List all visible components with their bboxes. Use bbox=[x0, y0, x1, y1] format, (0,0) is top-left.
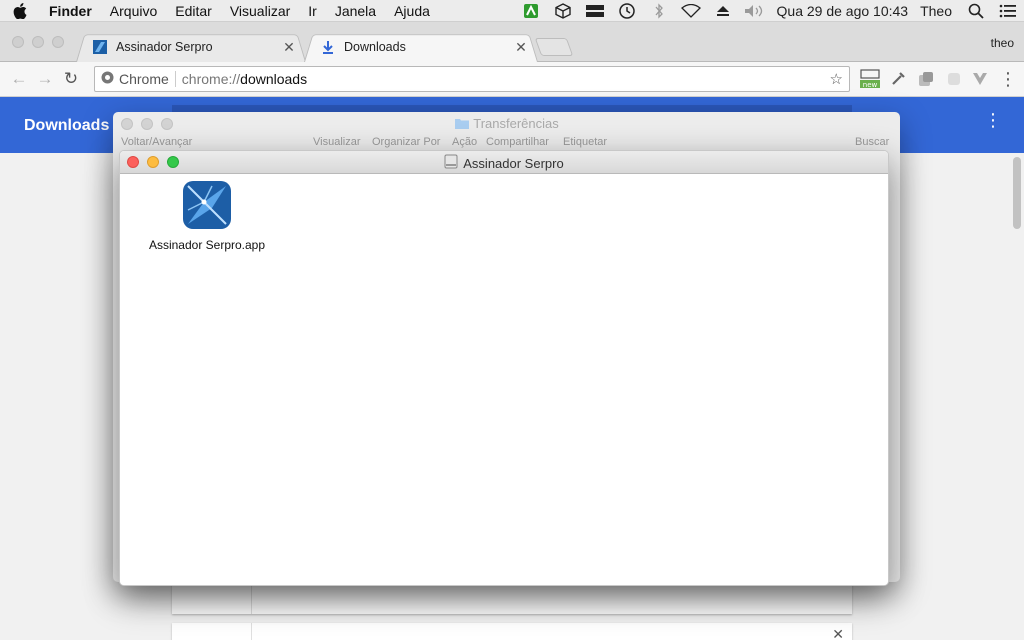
extension-badge: new bbox=[863, 81, 878, 89]
serpro-app-icon bbox=[182, 180, 232, 233]
chrome-minimize-light[interactable] bbox=[32, 36, 44, 48]
menu-ajuda[interactable]: Ajuda bbox=[385, 3, 439, 19]
bookmark-star-icon[interactable]: ☆ bbox=[830, 70, 843, 88]
menu-finder[interactable]: Finder bbox=[40, 3, 101, 19]
bluetooth-icon[interactable] bbox=[643, 2, 675, 19]
url-scheme: chrome:// bbox=[181, 71, 241, 87]
chrome-close-light[interactable] bbox=[12, 36, 24, 48]
tab-title: Assinador Serpro bbox=[116, 40, 213, 54]
window-title: Assinador Serpro bbox=[120, 154, 888, 172]
notification-center-icon[interactable] bbox=[992, 4, 1024, 18]
cube-icon[interactable] bbox=[547, 2, 579, 19]
window-titlebar: Assinador Serpro bbox=[120, 151, 888, 174]
tab-title: Downloads bbox=[344, 40, 406, 54]
forward-arrow-icon[interactable]: → bbox=[32, 69, 58, 89]
menu-arquivo[interactable]: Arquivo bbox=[101, 3, 166, 19]
file-item-label: Assinador Serpro.app bbox=[148, 238, 266, 252]
tab-downloads[interactable]: Downloads ✕ bbox=[304, 32, 538, 62]
vue-devtools-icon[interactable] bbox=[970, 69, 990, 89]
extension-faded-icon[interactable] bbox=[944, 69, 964, 89]
tab-close-icon[interactable]: ✕ bbox=[282, 39, 296, 56]
toolbar-tag-label[interactable]: Etiquetar bbox=[563, 136, 607, 148]
menu-visualizar[interactable]: Visualizar bbox=[221, 3, 299, 19]
finder-content-area: Assinador Serpro.app bbox=[120, 174, 888, 585]
toolbar-arrange-label[interactable]: Organizar Por bbox=[372, 136, 440, 148]
volume-icon[interactable] bbox=[739, 4, 771, 18]
disk-image-icon bbox=[444, 154, 458, 172]
time-machine-icon[interactable] bbox=[611, 2, 643, 20]
address-separator bbox=[174, 71, 176, 87]
downloads-more-icon[interactable]: ⋮ bbox=[984, 111, 1002, 129]
new-tab-button[interactable] bbox=[534, 38, 574, 56]
menu-ir[interactable]: Ir bbox=[299, 3, 326, 19]
chrome-menu-icon[interactable]: ⋮ bbox=[998, 69, 1018, 89]
reload-icon[interactable]: ↻ bbox=[58, 69, 84, 89]
chrome-toolbar: ← → ↻ Chrome chrome:// downloads ☆ new ⋮ bbox=[0, 62, 1024, 97]
green-app-status-icon[interactable] bbox=[515, 3, 547, 19]
remove-download-icon[interactable]: ✕ bbox=[832, 626, 844, 640]
downloads-title: Downloads bbox=[24, 117, 110, 134]
macos-menubar: Finder Arquivo Editar Visualizar Ir Jane… bbox=[0, 0, 1024, 22]
tab-assinador-serpro[interactable]: Assinador Serpro ✕ bbox=[76, 32, 306, 62]
download-item-card: ✕ bbox=[172, 623, 852, 640]
toolbar-action-label[interactable]: Ação bbox=[452, 136, 477, 148]
page-scrollbar[interactable] bbox=[1012, 153, 1022, 640]
chrome-tab-strip: Assinador Serpro ✕ Downloads ✕ theo bbox=[0, 22, 1024, 62]
menubar-user[interactable]: Theo bbox=[914, 3, 960, 19]
download-icon bbox=[320, 39, 336, 55]
spotlight-search-icon[interactable] bbox=[960, 3, 992, 19]
url-path: downloads bbox=[240, 71, 308, 87]
eject-icon[interactable] bbox=[707, 5, 739, 17]
wifi-icon[interactable] bbox=[675, 3, 707, 18]
extension-new-icon[interactable]: new bbox=[860, 69, 880, 89]
menubar-clock[interactable]: Qua 29 de ago 10:43 bbox=[771, 3, 915, 19]
extension-gray-icon[interactable] bbox=[916, 69, 936, 89]
window-title: Transferências bbox=[113, 116, 900, 133]
finder-window-assinador-serpro: Assinador Serpro Assinador Serpro.app bbox=[119, 150, 889, 586]
toolbar-back-forward-label[interactable]: Voltar/Avançar bbox=[121, 136, 192, 148]
profile-name[interactable]: theo bbox=[991, 36, 1014, 50]
drive-stack-icon[interactable] bbox=[579, 4, 611, 18]
toolbar-share-label[interactable]: Compartilhar bbox=[486, 136, 549, 148]
menu-janela[interactable]: Janela bbox=[326, 3, 385, 19]
address-bar[interactable]: Chrome chrome:// downloads ☆ bbox=[94, 66, 850, 92]
menu-editar[interactable]: Editar bbox=[166, 3, 221, 19]
folder-icon bbox=[454, 117, 470, 133]
toolbar-search-label[interactable]: Buscar bbox=[855, 136, 889, 148]
chrome-secure-icon bbox=[101, 71, 114, 87]
serpro-favicon-icon bbox=[92, 39, 108, 55]
toolbar-view-label[interactable]: Visualizar bbox=[313, 136, 361, 148]
apple-menu-icon[interactable] bbox=[0, 2, 40, 19]
file-item[interactable]: Assinador Serpro.app bbox=[140, 180, 274, 252]
address-chip-label: Chrome bbox=[119, 71, 169, 87]
back-arrow-icon[interactable]: ← bbox=[6, 69, 32, 89]
eyedropper-icon[interactable] bbox=[888, 69, 908, 89]
tab-close-icon[interactable]: ✕ bbox=[514, 39, 528, 56]
chrome-zoom-light[interactable] bbox=[52, 36, 64, 48]
